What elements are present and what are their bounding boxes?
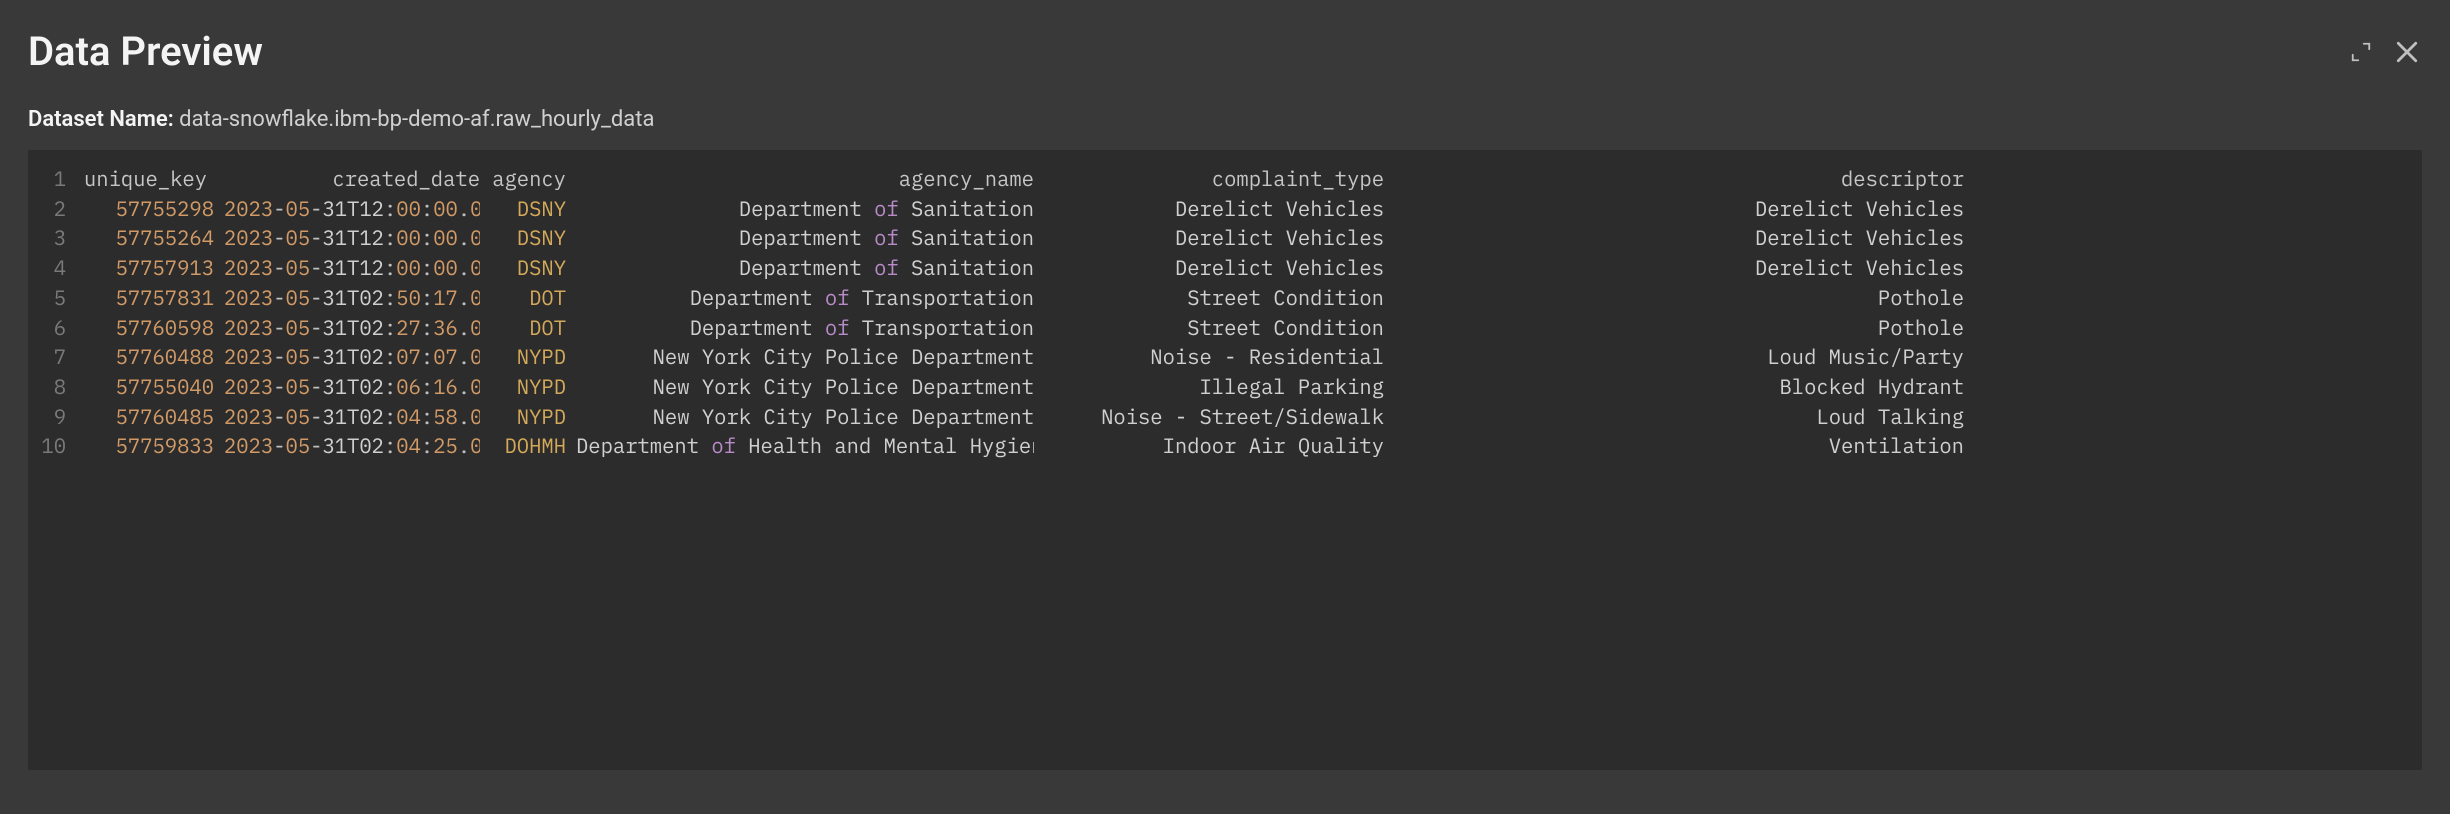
column-header: agency_name bbox=[566, 164, 1034, 194]
cell: NYPD bbox=[480, 372, 566, 402]
cell: DSNY bbox=[480, 253, 566, 283]
header-actions bbox=[2350, 37, 2422, 67]
cell: Indoor Air Quality bbox=[1034, 431, 1384, 461]
cell: Blocked Hydrant bbox=[1384, 372, 1964, 402]
line-number: 4 bbox=[28, 253, 84, 283]
cell: Loud Talking bbox=[1384, 402, 1964, 432]
cell: 57759833 bbox=[84, 431, 214, 461]
header-row: 1unique_keycreated_dateagencyagency_name… bbox=[28, 164, 2422, 194]
cell: Department of Health and Mental Hygiene bbox=[566, 431, 1034, 461]
cell: 2023-05-31T02:27:36.000 bbox=[214, 313, 480, 343]
cell: 2023-05-31T02:04:25.000 bbox=[214, 431, 480, 461]
table-row: 2577552982023-05-31T12:00:00.000DSNYDepa… bbox=[28, 194, 2422, 224]
cell: 2023-05-31T02:50:17.000 bbox=[214, 283, 480, 313]
table-row: 8577550402023-05-31T02:06:16.000NYPDNew … bbox=[28, 372, 2422, 402]
cell: Ventilation bbox=[1384, 431, 1964, 461]
line-number: 1 bbox=[28, 164, 84, 194]
cell: Department of Sanitation bbox=[566, 194, 1034, 224]
cell: 2023-05-31T12:00:00.000 bbox=[214, 194, 480, 224]
cell: 2023-05-31T02:07:07.000 bbox=[214, 342, 480, 372]
cell: Derelict Vehicles bbox=[1384, 194, 1964, 224]
cell: Department of Transportation bbox=[566, 313, 1034, 343]
column-header: complaint_type bbox=[1034, 164, 1384, 194]
table-row: 5577578312023-05-31T02:50:17.000DOTDepar… bbox=[28, 283, 2422, 313]
cell: Street Condition bbox=[1034, 313, 1384, 343]
cell: 2023-05-31T12:00:00.000 bbox=[214, 223, 480, 253]
cell: 2023-05-31T02:06:16.000 bbox=[214, 372, 480, 402]
line-number: 2 bbox=[28, 194, 84, 224]
page-title: Data Preview bbox=[28, 28, 263, 75]
cell: 57760488 bbox=[84, 342, 214, 372]
data-preview-panel: 1unique_keycreated_dateagencyagency_name… bbox=[28, 150, 2422, 770]
close-icon[interactable] bbox=[2392, 37, 2422, 67]
table-row: 3577552642023-05-31T12:00:00.000DSNYDepa… bbox=[28, 223, 2422, 253]
cell: Illegal Parking bbox=[1034, 372, 1384, 402]
table-row: 9577604852023-05-31T02:04:58.000NYPDNew … bbox=[28, 402, 2422, 432]
cell: Derelict Vehicles bbox=[1034, 253, 1384, 283]
cell: NYPD bbox=[480, 402, 566, 432]
cell: 57757913 bbox=[84, 253, 214, 283]
cell: Derelict Vehicles bbox=[1034, 194, 1384, 224]
cell: Noise - Residential bbox=[1034, 342, 1384, 372]
dataset-name-line: Dataset Name: data-snowflake.ibm-bp-demo… bbox=[28, 107, 2422, 132]
cell: Department of Transportation bbox=[566, 283, 1034, 313]
expand-icon[interactable] bbox=[2350, 41, 2372, 63]
cell: NYPD bbox=[480, 342, 566, 372]
line-number: 9 bbox=[28, 402, 84, 432]
dataset-name-label: Dataset Name: bbox=[28, 107, 174, 132]
cell: DOHMH bbox=[480, 431, 566, 461]
header: Data Preview bbox=[28, 28, 2422, 75]
cell: 57755298 bbox=[84, 194, 214, 224]
table-row: 10577598332023-05-31T02:04:25.000DOHMHDe… bbox=[28, 431, 2422, 461]
cell: DOT bbox=[480, 313, 566, 343]
cell: New York City Police Department bbox=[566, 402, 1034, 432]
cell: Pothole bbox=[1384, 313, 1964, 343]
cell: 57760598 bbox=[84, 313, 214, 343]
cell: Derelict Vehicles bbox=[1034, 223, 1384, 253]
line-number: 3 bbox=[28, 223, 84, 253]
cell: DOT bbox=[480, 283, 566, 313]
cell: Department of Sanitation bbox=[566, 253, 1034, 283]
column-header: descriptor bbox=[1384, 164, 1964, 194]
column-header: created_date bbox=[214, 164, 480, 194]
cell: 2023-05-31T02:04:58.000 bbox=[214, 402, 480, 432]
line-number: 7 bbox=[28, 342, 84, 372]
table-row: 6577605982023-05-31T02:27:36.000DOTDepar… bbox=[28, 313, 2422, 343]
cell: Loud Music/Party bbox=[1384, 342, 1964, 372]
cell: Derelict Vehicles bbox=[1384, 223, 1964, 253]
line-number: 10 bbox=[28, 431, 84, 461]
cell: Department of Sanitation bbox=[566, 223, 1034, 253]
cell: 2023-05-31T12:00:00.000 bbox=[214, 253, 480, 283]
column-header: unique_key bbox=[84, 164, 214, 194]
cell: Derelict Vehicles bbox=[1384, 253, 1964, 283]
cell: DSNY bbox=[480, 194, 566, 224]
dataset-name-value: data-snowflake.ibm-bp-demo-af.raw_hourly… bbox=[179, 107, 654, 132]
cell: Street Condition bbox=[1034, 283, 1384, 313]
cell: 57755264 bbox=[84, 223, 214, 253]
line-number: 8 bbox=[28, 372, 84, 402]
table-row: 4577579132023-05-31T12:00:00.000DSNYDepa… bbox=[28, 253, 2422, 283]
cell: Pothole bbox=[1384, 283, 1964, 313]
column-header: agency bbox=[480, 164, 566, 194]
data-table: 1unique_keycreated_dateagencyagency_name… bbox=[28, 164, 2422, 461]
cell: 57760485 bbox=[84, 402, 214, 432]
cell: 57755040 bbox=[84, 372, 214, 402]
line-number: 6 bbox=[28, 313, 84, 343]
line-number: 5 bbox=[28, 283, 84, 313]
cell: New York City Police Department bbox=[566, 372, 1034, 402]
cell: New York City Police Department bbox=[566, 342, 1034, 372]
cell: Noise - Street/Sidewalk bbox=[1034, 402, 1384, 432]
cell: DSNY bbox=[480, 223, 566, 253]
table-row: 7577604882023-05-31T02:07:07.000NYPDNew … bbox=[28, 342, 2422, 372]
cell: 57757831 bbox=[84, 283, 214, 313]
